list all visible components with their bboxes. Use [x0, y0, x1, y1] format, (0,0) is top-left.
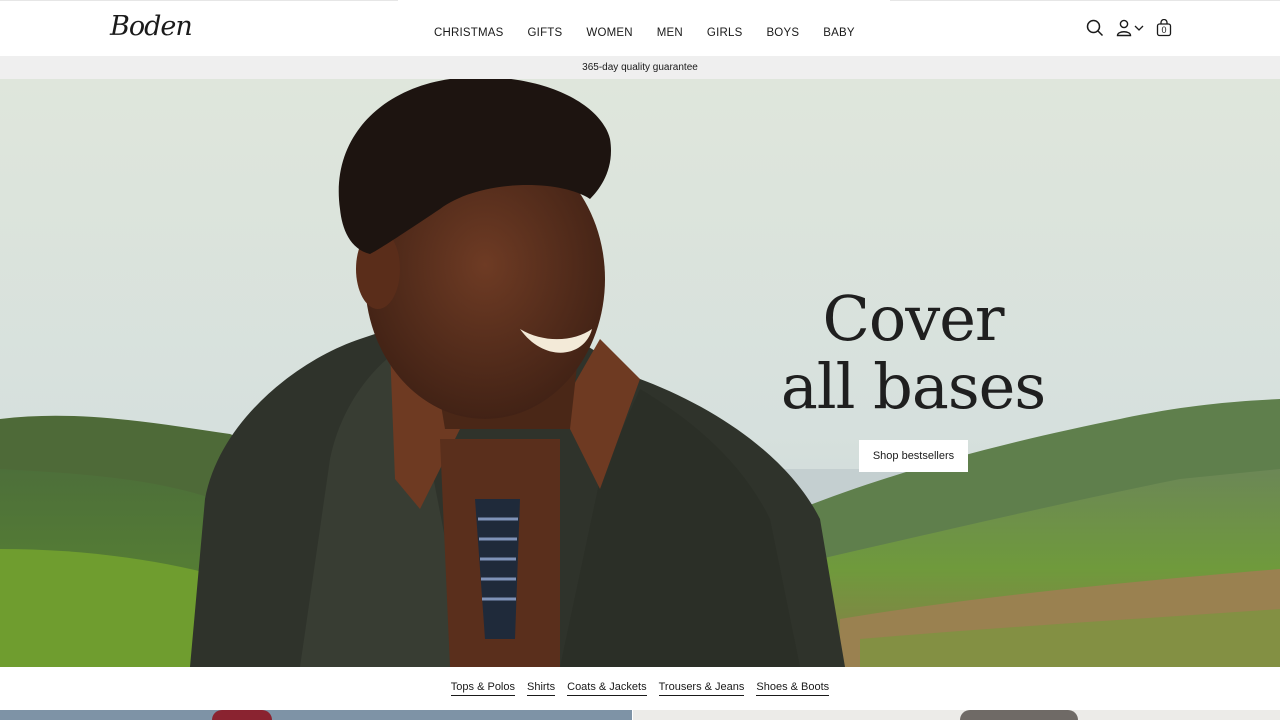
search-icon[interactable] — [1086, 19, 1104, 37]
site-header: Boden CHRISTMAS GIFTS WOMEN MEN GIRLS BO… — [0, 0, 1280, 56]
category-link-coats-jackets[interactable]: Coats & Jackets — [567, 681, 647, 696]
promo-text[interactable]: 365-day quality guarantee — [582, 62, 698, 73]
promo-bar: 365-day quality guarantee — [0, 56, 1280, 79]
bag-icon[interactable]: 0 — [1156, 19, 1172, 37]
red-hat-shape — [212, 710, 272, 720]
nav-item-boys[interactable]: BOYS — [766, 27, 799, 39]
product-tiles — [0, 710, 1280, 720]
nav-item-girls[interactable]: GIRLS — [707, 27, 743, 39]
tile-image-left[interactable] — [0, 710, 632, 720]
nav-item-baby[interactable]: BABY — [823, 27, 854, 39]
nav-item-gifts[interactable]: GIFTS — [528, 27, 563, 39]
tile-image-right[interactable] — [633, 710, 1280, 720]
shop-bestsellers-button[interactable]: Shop bestsellers — [859, 440, 968, 472]
category-link-trousers-jeans[interactable]: Trousers & Jeans — [658, 681, 745, 696]
category-links: Tops & Polos Shirts Coats & Jackets Trou… — [0, 667, 1280, 710]
header-top-accent — [398, 0, 890, 2]
category-link-shirts[interactable]: Shirts — [527, 681, 556, 696]
hero-image — [0, 79, 1280, 667]
chevron-down-icon[interactable] — [1134, 24, 1144, 32]
nav-item-women[interactable]: WOMEN — [586, 27, 632, 39]
grey-hat-shape — [960, 710, 1078, 720]
nav-item-men[interactable]: MEN — [657, 27, 683, 39]
hero-title-line-1: Cover — [822, 282, 1004, 355]
category-link-tops-polos[interactable]: Tops & Polos — [450, 681, 515, 696]
category-link-shoes-boots[interactable]: Shoes & Boots — [756, 681, 830, 696]
nav-item-christmas[interactable]: CHRISTMAS — [434, 27, 504, 39]
header-icons: 0 — [1086, 19, 1172, 37]
main-nav: CHRISTMAS GIFTS WOMEN MEN GIRLS BOYS BAB… — [434, 27, 879, 39]
bag-count: 0 — [1161, 25, 1167, 35]
hero-banner[interactable]: Cover all bases Shop bestsellers — [0, 79, 1280, 667]
hero-title-line-2: all bases — [780, 350, 1046, 423]
user-icon[interactable] — [1116, 19, 1132, 37]
hero-title: Cover all bases — [780, 285, 1046, 421]
brand-logo[interactable]: Boden — [110, 11, 193, 42]
